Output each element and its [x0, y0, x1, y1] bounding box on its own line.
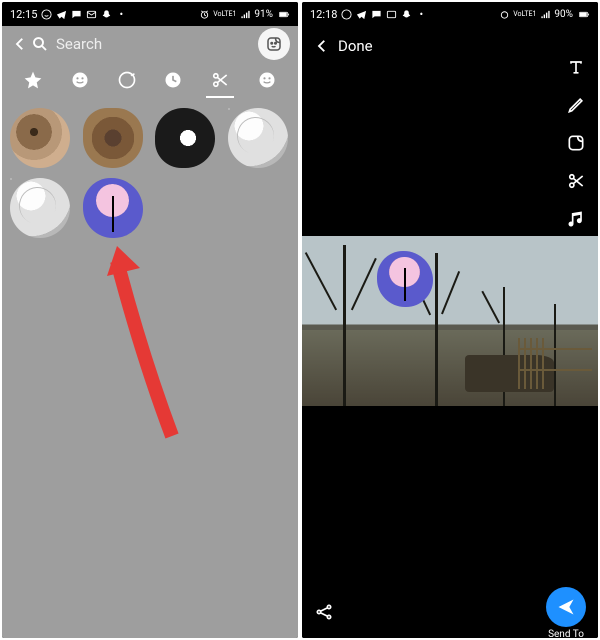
clock: 12:15 — [10, 8, 37, 21]
tab-emoji[interactable] — [68, 68, 92, 92]
telegram-icon — [55, 8, 67, 20]
volte-label: VoLTE1 — [513, 10, 536, 18]
picker-tabs — [2, 62, 298, 98]
dot-icon: • — [115, 8, 127, 20]
phone-right: 12:18 • VoLTE1 — [302, 2, 598, 638]
search-icon[interactable] — [30, 34, 50, 54]
mail-icon — [85, 8, 97, 20]
send-icon[interactable] — [546, 587, 586, 627]
search-input[interactable]: Search — [56, 35, 258, 53]
sticker-item[interactable] — [83, 108, 143, 168]
back-icon[interactable] — [312, 36, 332, 56]
editor-header: Done — [302, 26, 598, 66]
sticker-item[interactable] — [83, 178, 143, 238]
battery-pct: 90% — [554, 9, 573, 20]
text-tool-icon[interactable] — [565, 56, 587, 78]
editor-panel: Done — [302, 26, 598, 638]
music-tool-icon[interactable] — [565, 208, 587, 230]
volte-label: VoLTE1 — [213, 10, 236, 18]
create-sticker-button[interactable] — [258, 28, 290, 60]
back-icon[interactable] — [10, 34, 30, 54]
snapchat-icon — [400, 8, 412, 20]
sticker-grid — [2, 98, 298, 248]
sticker-item[interactable] — [10, 178, 70, 238]
tab-gif[interactable] — [115, 68, 139, 92]
battery-icon — [578, 8, 590, 20]
mail-icon — [385, 8, 397, 20]
whatsapp-icon — [40, 8, 52, 20]
battery-icon — [278, 8, 290, 20]
clock: 12:18 — [310, 8, 337, 21]
message-icon — [70, 8, 82, 20]
snapchat-icon — [100, 8, 112, 20]
send-to-button[interactable]: Send To — [546, 587, 586, 639]
signal-icon — [539, 8, 551, 20]
alarm-icon — [498, 8, 510, 20]
tab-smiley[interactable] — [255, 68, 279, 92]
sticker-tool-icon[interactable] — [565, 132, 587, 154]
sticker-item[interactable] — [10, 108, 70, 168]
scissors-tool-icon[interactable] — [565, 170, 587, 192]
placed-sticker[interactable] — [377, 251, 433, 307]
sticker-picker-panel: Search — [2, 26, 298, 638]
phone-left: 12:15 • VoLTE1 — [2, 2, 298, 638]
signal-icon — [239, 8, 251, 20]
dot-icon: • — [415, 8, 427, 20]
tab-scissors[interactable] — [208, 68, 232, 92]
battery-pct: 91% — [254, 9, 273, 20]
share-icon[interactable] — [314, 602, 336, 624]
send-label: Send To — [548, 629, 584, 639]
whatsapp-icon — [340, 8, 352, 20]
status-bar: 12:15 • VoLTE1 — [2, 2, 298, 26]
tab-star[interactable] — [21, 68, 45, 92]
pencil-tool-icon[interactable] — [565, 94, 587, 116]
bottom-bar: Send To — [302, 588, 598, 638]
telegram-icon — [355, 8, 367, 20]
sticker-item[interactable] — [228, 108, 288, 168]
snap-preview[interactable] — [302, 236, 598, 406]
done-button[interactable]: Done — [338, 37, 373, 55]
tab-recent[interactable] — [161, 68, 185, 92]
alarm-icon — [198, 8, 210, 20]
message-icon — [370, 8, 382, 20]
sticker-item[interactable] — [155, 108, 215, 168]
picker-header: Search — [2, 26, 298, 62]
status-bar: 12:18 • VoLTE1 — [302, 2, 598, 26]
annotation-arrow — [102, 246, 192, 446]
